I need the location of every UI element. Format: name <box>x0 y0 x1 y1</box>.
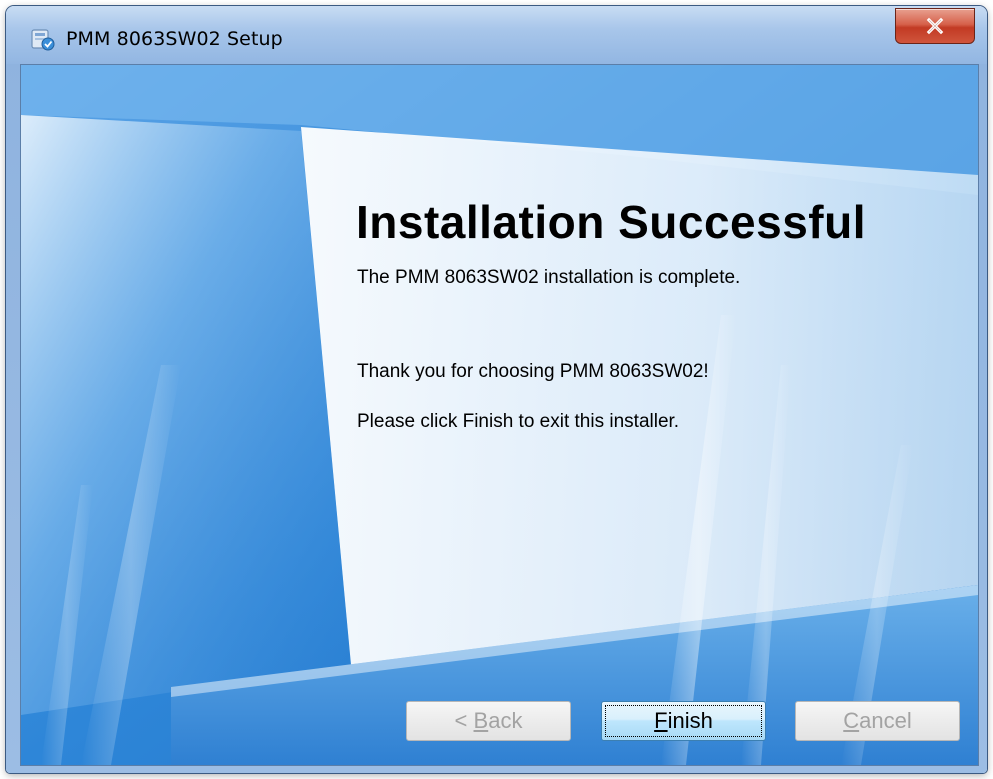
thank-you-message: Thank you for choosing PMM 8063SW02! <box>357 361 709 382</box>
close-button[interactable] <box>895 8 975 44</box>
back-button-label: ack <box>488 708 523 733</box>
finish-instruction: Please click Finish to exit this install… <box>357 411 680 432</box>
cancel-button[interactable]: Cancel <box>795 701 960 741</box>
completion-message: The PMM 8063SW02 installation is complet… <box>357 267 741 288</box>
back-button-prefix: < <box>454 708 474 733</box>
back-button-accel: B <box>473 708 489 733</box>
setup-window: PMM 8063SW02 Setup Installation Successf… <box>6 6 987 773</box>
wizard-panel: Installation Successful The PMM 8063SW02… <box>20 64 979 766</box>
focus-rectangle <box>605 705 762 737</box>
close-icon <box>926 17 944 35</box>
back-button[interactable]: < Back <box>406 701 571 741</box>
cancel-button-accel: C <box>843 708 860 733</box>
window-title: PMM 8063SW02 Setup <box>66 28 283 50</box>
finish-button[interactable]: Finish <box>601 701 766 741</box>
page-title: Installation Successful <box>356 196 866 248</box>
title-bar[interactable]: PMM 8063SW02 Setup <box>6 6 987 64</box>
installer-icon <box>30 26 56 52</box>
cancel-button-label: ancel <box>859 708 912 733</box>
